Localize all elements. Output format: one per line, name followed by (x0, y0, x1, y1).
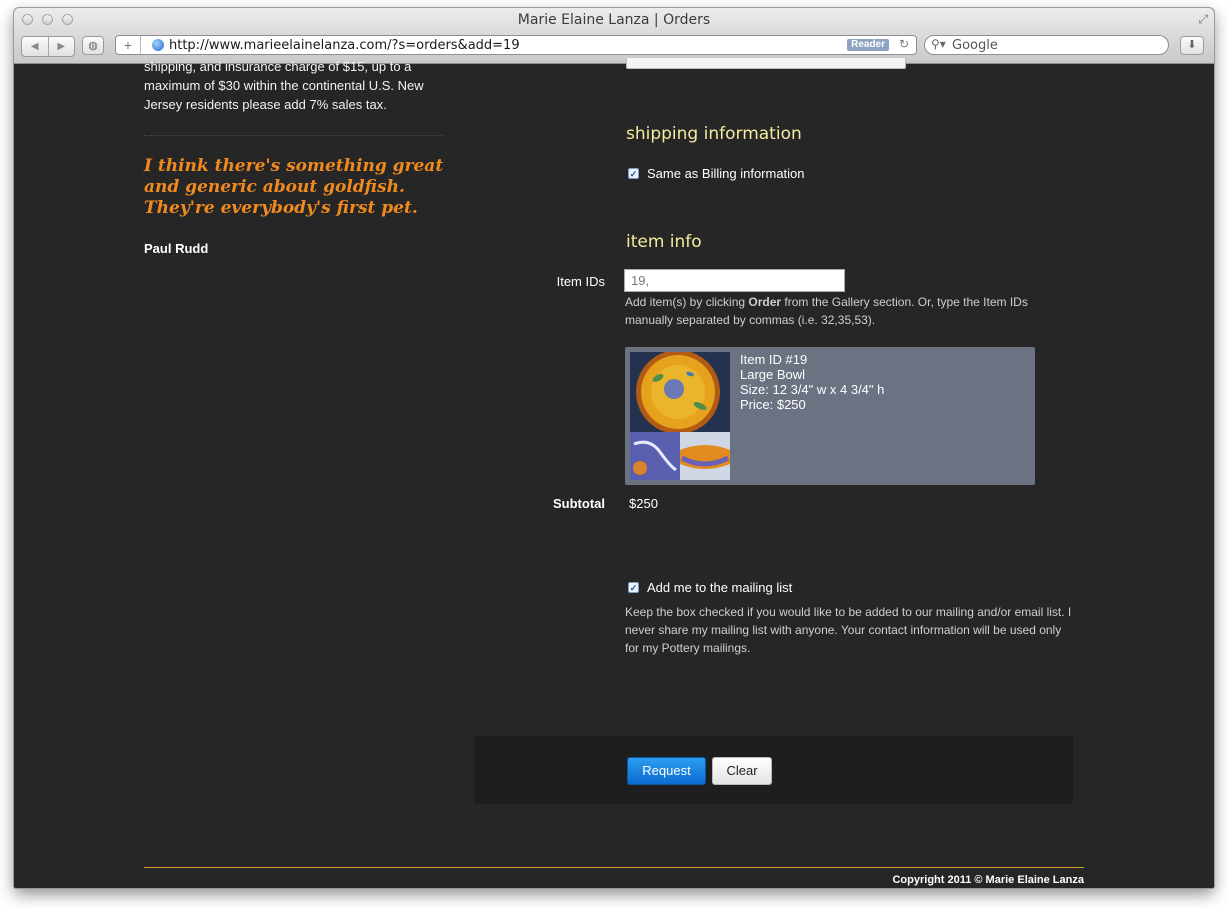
window-title: Marie Elaine Lanza | Orders (517, 12, 711, 28)
add-bookmark-icon[interactable]: + (116, 36, 141, 54)
subtotal-value: $250 (629, 496, 658, 511)
item-id: Item ID #19 (740, 352, 808, 367)
download-icon: ⬇ (1187, 39, 1197, 51)
mailing-list-label[interactable]: Add me to the mailing list (647, 580, 792, 595)
shipping-heading: shipping information (626, 124, 802, 144)
title-bar: Marie Elaine Lanza | Orders ⤢ ◀ ▶ ◍ + ht… (14, 8, 1214, 64)
bowl-image (630, 352, 730, 480)
help-text-start: Add item(s) by clicking (625, 295, 749, 309)
clear-button[interactable]: Clear (712, 757, 772, 785)
item-price: Price: $250 (740, 397, 806, 412)
subtotal-label: Subtotal (553, 496, 605, 511)
browser-window: Marie Elaine Lanza | Orders ⤢ ◀ ▶ ◍ + ht… (14, 8, 1214, 888)
same-as-billing-label[interactable]: Same as Billing information (647, 166, 805, 181)
mailing-list-note: Keep the box checked if you would like t… (625, 605, 1072, 655)
search-placeholder: Google (952, 38, 998, 53)
top-sites-icon: ◍ (88, 40, 98, 52)
same-as-billing-checkbox[interactable]: ✓ (628, 168, 639, 179)
help-order-word: Order (748, 295, 782, 309)
search-field[interactable]: ⚲▾ Google (924, 35, 1169, 55)
fullscreen-icon[interactable]: ⤢ (1198, 12, 1208, 27)
actions-panel (474, 736, 1073, 804)
quote-text: I think there's something great and gene… (144, 156, 444, 218)
downloads-button[interactable]: ⬇ (1180, 36, 1204, 55)
search-icon: ⚲▾ (931, 37, 946, 51)
item-size: Size: 12 3/4" w x 4 3/4" h (740, 382, 885, 397)
back-icon[interactable]: ◀ (22, 37, 49, 56)
sidebar-divider (144, 135, 444, 136)
item-ids-label: Item IDs (556, 274, 605, 289)
mailing-list-checkbox[interactable]: ✓ (628, 582, 639, 593)
address-bar[interactable]: + http://www.marieelainelanza.com/?s=ord… (115, 35, 917, 55)
item-info-heading: item info (626, 232, 702, 252)
footer-divider (144, 867, 1084, 868)
large-bowl-photo (630, 352, 730, 480)
page-content: shipping, and insurance charge of $15, u… (14, 58, 1214, 888)
item-ids-help: Add item(s) by clicking Order from the G… (625, 293, 1055, 329)
item-details: Item ID #19 Large Bowl Size: 12 3/4" w x… (740, 352, 884, 412)
item-ids-input[interactable] (624, 269, 845, 292)
copyright-text: Copyright 2011 © Marie Elaine Lanza (892, 874, 1084, 886)
reload-icon[interactable]: ↻ (899, 37, 909, 51)
top-sites-button[interactable]: ◍ (82, 36, 104, 55)
shipping-policy-text: shipping, and insurance charge of $15, u… (144, 59, 424, 112)
item-name: Large Bowl (740, 367, 806, 382)
url-text[interactable]: http://www.marieelainelanza.com/?s=order… (169, 38, 520, 53)
globe-icon (152, 39, 164, 51)
comments-textarea[interactable] (626, 58, 906, 69)
back-forward-buttons: ◀ ▶ (21, 36, 75, 57)
quote-author: Paul Rudd (144, 241, 209, 256)
forward-icon[interactable]: ▶ (49, 37, 75, 56)
reader-button[interactable]: Reader (847, 39, 889, 51)
request-button[interactable]: Request (627, 757, 706, 785)
